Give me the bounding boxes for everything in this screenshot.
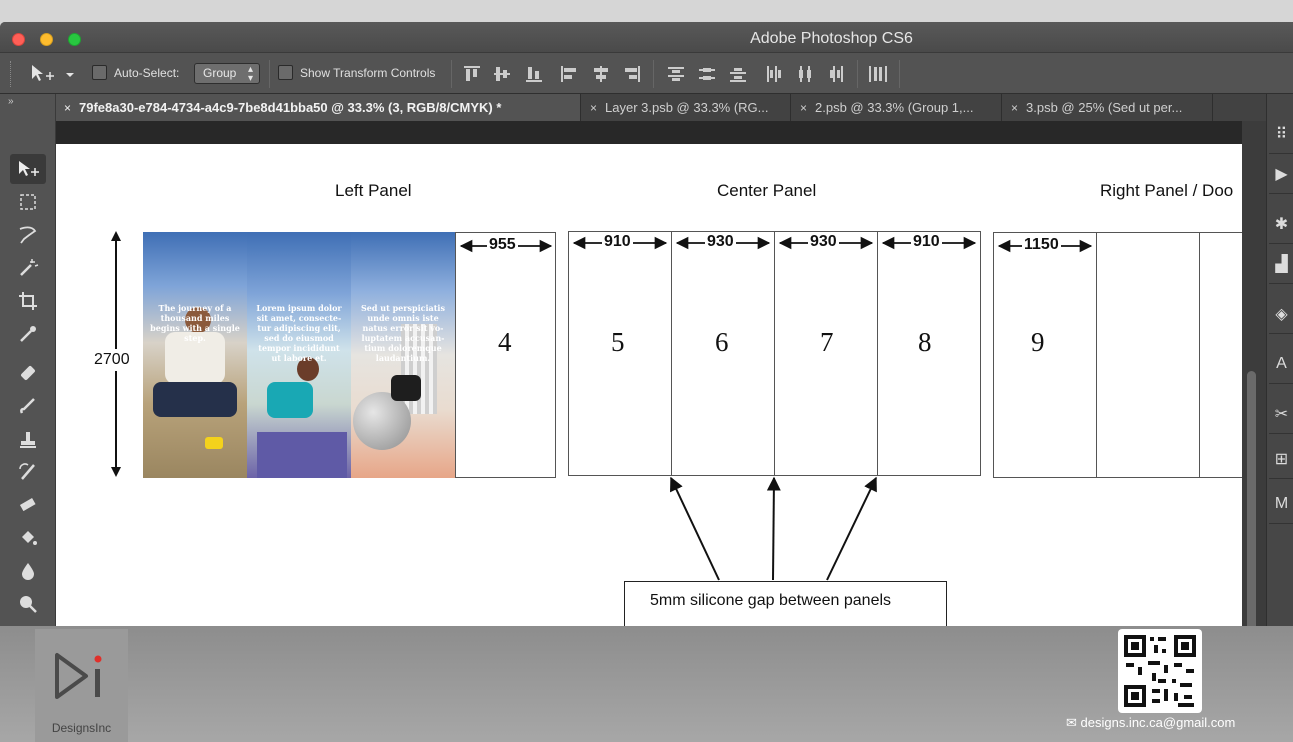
title-bar: Adobe Photoshop CS6	[0, 22, 1293, 52]
show-transform-label: Show Transform Controls	[300, 66, 436, 80]
separator	[857, 60, 858, 88]
lasso-tool-icon[interactable]	[10, 220, 46, 250]
qr-code-pattern	[1124, 635, 1196, 707]
tab-layer-3[interactable]: × Layer 3.psb @ 33.3% (RG...	[582, 94, 791, 121]
logo-text: DesignsInc	[51, 721, 112, 735]
options-bar: Auto-Select: Group ▴ ▾ Show Transform Cont…	[0, 52, 1293, 94]
gap-callout-box: 5mm silicone gap between panels	[624, 581, 947, 626]
panel-grid-icon[interactable]: ⠿	[1269, 114, 1293, 154]
align-vertical-center-icon[interactable]	[492, 64, 512, 84]
dropdown-arrows-icon: ▴ ▾	[247, 64, 253, 84]
auto-select-value: Group	[203, 66, 237, 80]
separator	[269, 60, 270, 88]
align-bottom-icon[interactable]	[524, 64, 544, 84]
distribute-vertical-center-icon[interactable]	[697, 64, 717, 84]
blur-tool-icon[interactable]	[10, 556, 46, 586]
separator	[899, 60, 900, 88]
panel-number-5: 5	[611, 327, 625, 357]
footer-banner: DesignsInc ✉ designs.inc.ca@gmail.com	[0, 626, 1293, 742]
dimension-arrows	[459, 236, 1093, 581]
width-dimension-7: 930	[808, 233, 839, 251]
scrollbar-thumb[interactable]	[1247, 371, 1256, 626]
tab-label: 79fe8a30-e784-4734-a4c9-7be8d41bba50 @ 3…	[79, 100, 502, 115]
clone-stamp-tool-icon[interactable]	[10, 424, 46, 454]
separator	[451, 60, 452, 88]
healing-brush-tool-icon[interactable]	[10, 358, 46, 388]
panel-number-4: 4	[498, 327, 512, 357]
width-dimension-4: 955	[487, 236, 518, 254]
panel-3d-icon[interactable]: ◈	[1269, 294, 1293, 334]
vertical-scrollbar[interactable]	[1242, 121, 1266, 626]
panel-align-icon[interactable]: ⊞	[1269, 439, 1293, 479]
panel-number-7: 7	[820, 327, 834, 357]
document-canvas[interactable]: Left Panel Center Panel Right Panel / Do…	[56, 144, 1242, 626]
document-tabs: × 79fe8a30-e784-4734-a4c9-7be8d41bba50 @ …	[56, 94, 1266, 121]
tab-label: Layer 3.psb @ 33.3% (RG...	[605, 100, 769, 115]
separator	[653, 60, 654, 88]
panel-gear-icon[interactable]: ✱	[1269, 204, 1293, 244]
quick-selection-tool-icon[interactable]	[10, 253, 46, 283]
eyedropper-tool-icon[interactable]	[10, 319, 46, 349]
mail-icon: ✉	[1066, 715, 1081, 730]
panel-tools-icon[interactable]: ✂	[1269, 394, 1293, 434]
tools-panel: »	[0, 94, 56, 626]
panel-number-6: 6	[715, 327, 729, 357]
close-tab-icon[interactable]: ×	[1011, 101, 1018, 115]
tab-2-psb[interactable]: × 2.psb @ 33.3% (Group 1,...	[792, 94, 1002, 121]
close-tab-icon[interactable]: ×	[590, 101, 597, 115]
photoshop-window: Adobe Photoshop CS6 Auto-Select: Group ▴ ▾…	[0, 22, 1293, 626]
panel-number-9: 9	[1031, 327, 1045, 357]
distribute-right-icon[interactable]	[826, 64, 846, 84]
brush-tool-icon[interactable]	[10, 391, 46, 421]
panel-histogram-icon[interactable]: ▟	[1269, 244, 1293, 284]
contact-email[interactable]: ✉ designs.inc.ca@gmail.com	[1066, 715, 1235, 731]
width-dimension-8: 910	[911, 233, 942, 251]
close-tab-icon[interactable]: ×	[800, 101, 807, 115]
align-right-icon[interactable]	[622, 64, 642, 84]
distribute-horizontal-center-icon[interactable]	[795, 64, 815, 84]
designsinc-logo: DesignsInc	[35, 629, 128, 742]
auto-select-dropdown[interactable]: Group ▴ ▾	[194, 63, 260, 84]
crop-tool-icon[interactable]	[10, 286, 46, 316]
auto-select-checkbox[interactable]	[92, 65, 107, 80]
panel-number-8: 8	[918, 327, 932, 357]
align-top-icon[interactable]	[462, 64, 482, 84]
marquee-tool-icon[interactable]	[10, 187, 46, 217]
move-tool-preset-icon[interactable]	[28, 63, 76, 85]
right-panel-dock: ⠿ ▶ ✱ ▟ ◈ A ✂ ⊞ M	[1266, 94, 1293, 626]
tab-label: 3.psb @ 25% (Sed ut per...	[1026, 100, 1183, 115]
tab-document-1[interactable]: × 79fe8a30-e784-4734-a4c9-7be8d41bba50 @ …	[56, 94, 581, 121]
distribute-bottom-icon[interactable]	[728, 64, 748, 84]
distribute-left-icon[interactable]	[764, 64, 784, 84]
panel-m-icon[interactable]: M	[1269, 484, 1293, 524]
auto-select-label: Auto-Select:	[114, 66, 180, 80]
close-tab-icon[interactable]: ×	[64, 101, 71, 115]
show-transform-checkbox[interactable]	[278, 65, 293, 80]
paint-bucket-tool-icon[interactable]	[10, 523, 46, 553]
email-text: designs.inc.ca@gmail.com	[1080, 715, 1236, 730]
qr-code	[1118, 629, 1202, 713]
history-brush-tool-icon[interactable]	[10, 457, 46, 487]
di-logo-icon	[55, 653, 102, 699]
align-horizontal-center-icon[interactable]	[591, 64, 611, 84]
panel-character-icon[interactable]: A	[1269, 344, 1293, 384]
auto-align-layers-icon[interactable]	[868, 64, 888, 84]
options-grip[interactable]	[10, 61, 12, 87]
width-dimension-5: 910	[602, 233, 633, 251]
dodge-tool-icon[interactable]	[10, 589, 46, 619]
panel-play-icon[interactable]: ▶	[1269, 154, 1293, 194]
app-title: Adobe Photoshop CS6	[750, 30, 913, 47]
width-dimension-6: 930	[705, 233, 736, 251]
move-tool-icon[interactable]	[10, 154, 46, 184]
tab-3-psb[interactable]: × 3.psb @ 25% (Sed ut per...	[1003, 94, 1213, 121]
distribute-top-icon[interactable]	[666, 64, 686, 84]
tab-label: 2.psb @ 33.3% (Group 1,...	[815, 100, 974, 115]
eraser-tool-icon[interactable]	[10, 490, 46, 520]
collapse-tools-icon[interactable]: »	[8, 96, 14, 107]
align-left-icon[interactable]	[559, 64, 579, 84]
width-dimension-9: 1150	[1022, 236, 1061, 254]
